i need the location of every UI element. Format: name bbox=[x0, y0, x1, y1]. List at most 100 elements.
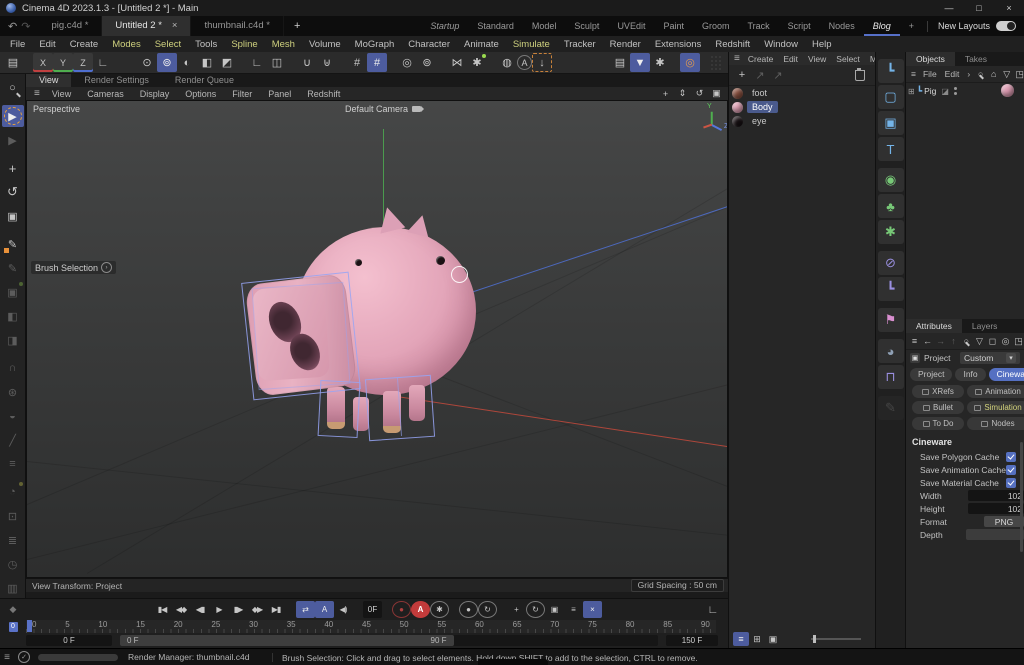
menu-item[interactable]: Select bbox=[148, 39, 188, 50]
asset-download-button[interactable]: ↓ bbox=[532, 53, 552, 72]
quantize-button[interactable]: # bbox=[347, 53, 367, 72]
menu-item[interactable]: Spline bbox=[224, 39, 264, 50]
viewport-menu-icon[interactable]: ≡ bbox=[26, 88, 44, 99]
total-frames-box[interactable]: 150 F bbox=[666, 635, 718, 646]
text-primitive-button[interactable]: T bbox=[878, 137, 904, 161]
key-scale-toggle[interactable]: ▣ bbox=[545, 601, 564, 618]
menu-item[interactable]: MoGraph bbox=[348, 39, 402, 50]
tab-attributes[interactable]: Attributes bbox=[906, 319, 962, 333]
axis-gizmo[interactable]: Y Z bbox=[695, 105, 728, 137]
attr-group-bullet[interactable]: Bullet bbox=[912, 401, 964, 414]
scale-tool-button[interactable]: ▣ bbox=[2, 205, 24, 227]
current-frame-box[interactable]: 0 F bbox=[26, 635, 112, 646]
z-axis-lock-button[interactable]: Z bbox=[73, 53, 93, 72]
orbit-view-button[interactable]: ↺ bbox=[692, 88, 707, 100]
om-menu-icon[interactable]: ≡ bbox=[908, 69, 919, 79]
viewport-menu-item[interactable]: Panel bbox=[260, 89, 299, 99]
maximize-button[interactable]: □ bbox=[964, 0, 994, 16]
expand-icon[interactable]: ⊞ bbox=[908, 87, 915, 96]
number-field[interactable]: 102 bbox=[968, 503, 1024, 514]
maximize-view-button[interactable]: ▣ bbox=[709, 88, 724, 100]
new-layouts-label[interactable]: New Layouts bbox=[932, 21, 996, 31]
axis-modify-button[interactable]: ∪ bbox=[297, 53, 317, 72]
attr-tab-project[interactable]: Project bbox=[910, 368, 952, 381]
menu-item[interactable]: Character bbox=[401, 39, 457, 50]
layout-tab-sculpt[interactable]: Sculpt bbox=[565, 16, 608, 36]
om-menu-item[interactable]: › bbox=[963, 69, 974, 79]
section-title[interactable]: Cineware bbox=[906, 432, 1024, 450]
material-body[interactable]: Body bbox=[729, 100, 875, 114]
coordinate-system-button[interactable]: ∟ bbox=[93, 53, 113, 72]
vp-tab-render-queue[interactable]: Render Queue bbox=[162, 74, 247, 87]
om-menu-item[interactable]: File bbox=[919, 69, 941, 79]
rect-selection-button[interactable]: ▶ bbox=[2, 129, 24, 151]
keyframe-selection-button[interactable]: ✱ bbox=[430, 601, 449, 618]
viewport-menu-item[interactable]: Display bbox=[132, 89, 178, 99]
layout-tab-startup[interactable]: Startup bbox=[421, 16, 468, 36]
pen-tool-button[interactable]: ┗ bbox=[878, 59, 904, 83]
live-selection-button[interactable]: ▶ bbox=[2, 105, 24, 127]
object-mode-button[interactable]: ⊚ bbox=[157, 53, 177, 72]
new-document-button[interactable]: + bbox=[284, 20, 310, 32]
layout-tab-track[interactable]: Track bbox=[738, 16, 778, 36]
menu-item[interactable]: Edit bbox=[32, 39, 62, 50]
zoom-tool-button[interactable]: ○ bbox=[2, 77, 24, 99]
snap-button[interactable]: # bbox=[367, 53, 387, 72]
split-view-button[interactable]: ▥ bbox=[2, 577, 24, 599]
vp-tab-render-settings[interactable]: Render Settings bbox=[71, 74, 162, 87]
attr-back-button[interactable]: ← bbox=[921, 335, 934, 348]
material-menu-item[interactable]: Select bbox=[831, 54, 865, 64]
depth-dropdown[interactable] bbox=[966, 529, 1024, 540]
cube-primitive-button[interactable]: ▣ bbox=[878, 111, 904, 135]
material-menu-item[interactable]: Edit bbox=[778, 54, 803, 64]
attr-up-button[interactable]: ↑ bbox=[947, 335, 960, 348]
checkbox[interactable] bbox=[1006, 465, 1016, 475]
panel-grip[interactable] bbox=[710, 55, 722, 71]
viewport-menu-item[interactable]: Redshift bbox=[299, 89, 348, 99]
viewport-canvas[interactable]: Perspective Default Camera Brush Selecti… bbox=[26, 100, 728, 578]
attributes-scrollbar[interactable] bbox=[1020, 442, 1023, 552]
menu-item[interactable]: Tools bbox=[188, 39, 224, 50]
attr-tab-info[interactable]: Info bbox=[955, 368, 985, 381]
layout-tab-uvedit[interactable]: UVEdit bbox=[608, 16, 654, 36]
target-a-button[interactable]: ◎ bbox=[397, 53, 417, 72]
menu-item[interactable]: Mesh bbox=[265, 39, 302, 50]
autokey-keys-button[interactable]: A bbox=[315, 601, 334, 618]
arch-tool-button[interactable]: ∩ bbox=[2, 357, 24, 379]
key-parameter-toggle[interactable]: ≡ bbox=[564, 601, 583, 618]
add-keyframe-button[interactable]: ◆ bbox=[10, 604, 17, 615]
number-field[interactable]: 102 bbox=[968, 490, 1024, 501]
viewport-menu-item[interactable]: View bbox=[44, 89, 79, 99]
stamp-tool-button[interactable]: ⊡ bbox=[2, 505, 24, 527]
key-rotation-toggle[interactable]: ↻ bbox=[526, 601, 545, 618]
prev-frame-button[interactable]: ◀▮ bbox=[191, 601, 210, 618]
edge-mode-button[interactable]: ◧ bbox=[197, 53, 217, 72]
om-filter-button[interactable]: ▽ bbox=[1000, 68, 1013, 81]
knife-tool-button[interactable]: ╱ bbox=[2, 429, 24, 451]
om-expand-button[interactable]: ◳ bbox=[1013, 68, 1024, 81]
render-settings-button[interactable]: ✱ bbox=[650, 53, 670, 72]
mask-tool-button[interactable]: ◒ bbox=[2, 405, 24, 427]
attr-tab-cineware[interactable]: Cineware bbox=[989, 368, 1024, 381]
layers-tool-button[interactable]: ≡ bbox=[2, 453, 24, 475]
dolly-view-button[interactable]: ⇕ bbox=[675, 88, 690, 100]
add-layout-button[interactable]: + bbox=[900, 16, 923, 36]
next-key-button[interactable]: ◆▶ bbox=[248, 601, 267, 618]
axis-center-button[interactable]: ⊎ bbox=[317, 53, 337, 72]
key-position-toggle[interactable]: + bbox=[507, 601, 526, 618]
om-menu-item[interactable]: Edit bbox=[941, 69, 964, 79]
key-pla-toggle[interactable]: × bbox=[583, 601, 602, 618]
material-menu-item[interactable]: View bbox=[803, 54, 831, 64]
annotate-button[interactable]: A bbox=[517, 55, 532, 70]
rotate-tool-button[interactable]: ↺ bbox=[2, 181, 24, 203]
tab-layers[interactable]: Layers bbox=[962, 319, 1008, 333]
cloner-button[interactable]: ♣ bbox=[878, 194, 904, 218]
next-frame-button[interactable]: ▮▶ bbox=[229, 601, 248, 618]
layout-tab-script[interactable]: Script bbox=[779, 16, 820, 36]
mesh-tool-a-button[interactable]: ◧ bbox=[2, 305, 24, 327]
timeline-playhead[interactable] bbox=[27, 620, 32, 632]
object-row-pig[interactable]: ⊞ ┗ Pig ◪ bbox=[906, 83, 1024, 99]
timeline-marker[interactable]: 0 bbox=[9, 622, 18, 632]
om-home-button[interactable]: ⌂ bbox=[987, 68, 1000, 81]
undo-button[interactable]: ↶ bbox=[8, 20, 17, 33]
